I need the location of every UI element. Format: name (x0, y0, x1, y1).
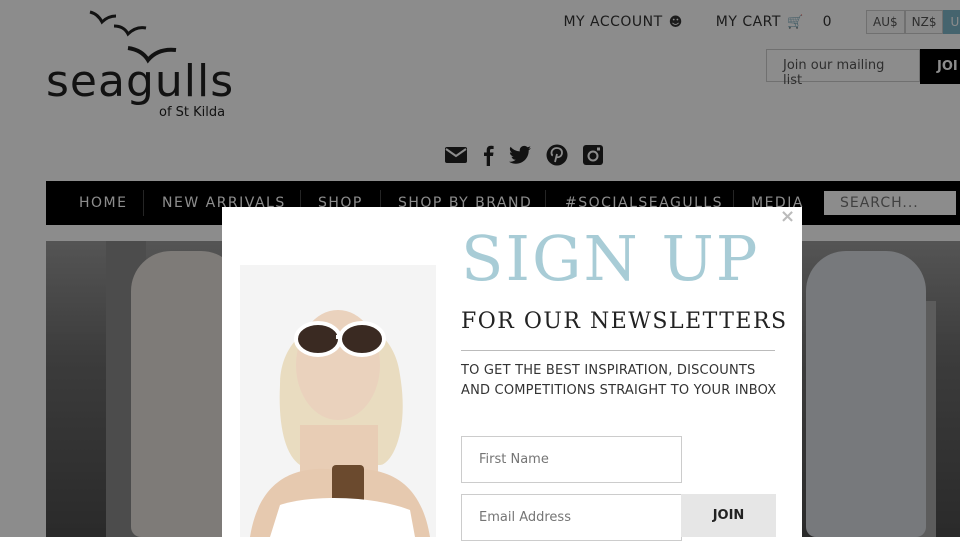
modal-description: TO GET THE BEST INSPIRATION, DISCOUNTS A… (461, 363, 777, 398)
modal-title: SIGN UP (461, 222, 760, 295)
email-input[interactable] (461, 494, 682, 541)
model-illustration (240, 265, 436, 537)
join-button[interactable]: JOIN (681, 494, 776, 537)
modal-subtitle: FOR OUR NEWSLETTERS (461, 309, 788, 334)
newsletter-model-image (240, 265, 436, 537)
page: seagulls of St Kilda MY ACCOUNT ☻ MY CART… (0, 0, 960, 547)
modal-divider (461, 350, 775, 351)
close-icon[interactable]: × (780, 206, 795, 227)
first-name-input[interactable] (461, 436, 682, 483)
